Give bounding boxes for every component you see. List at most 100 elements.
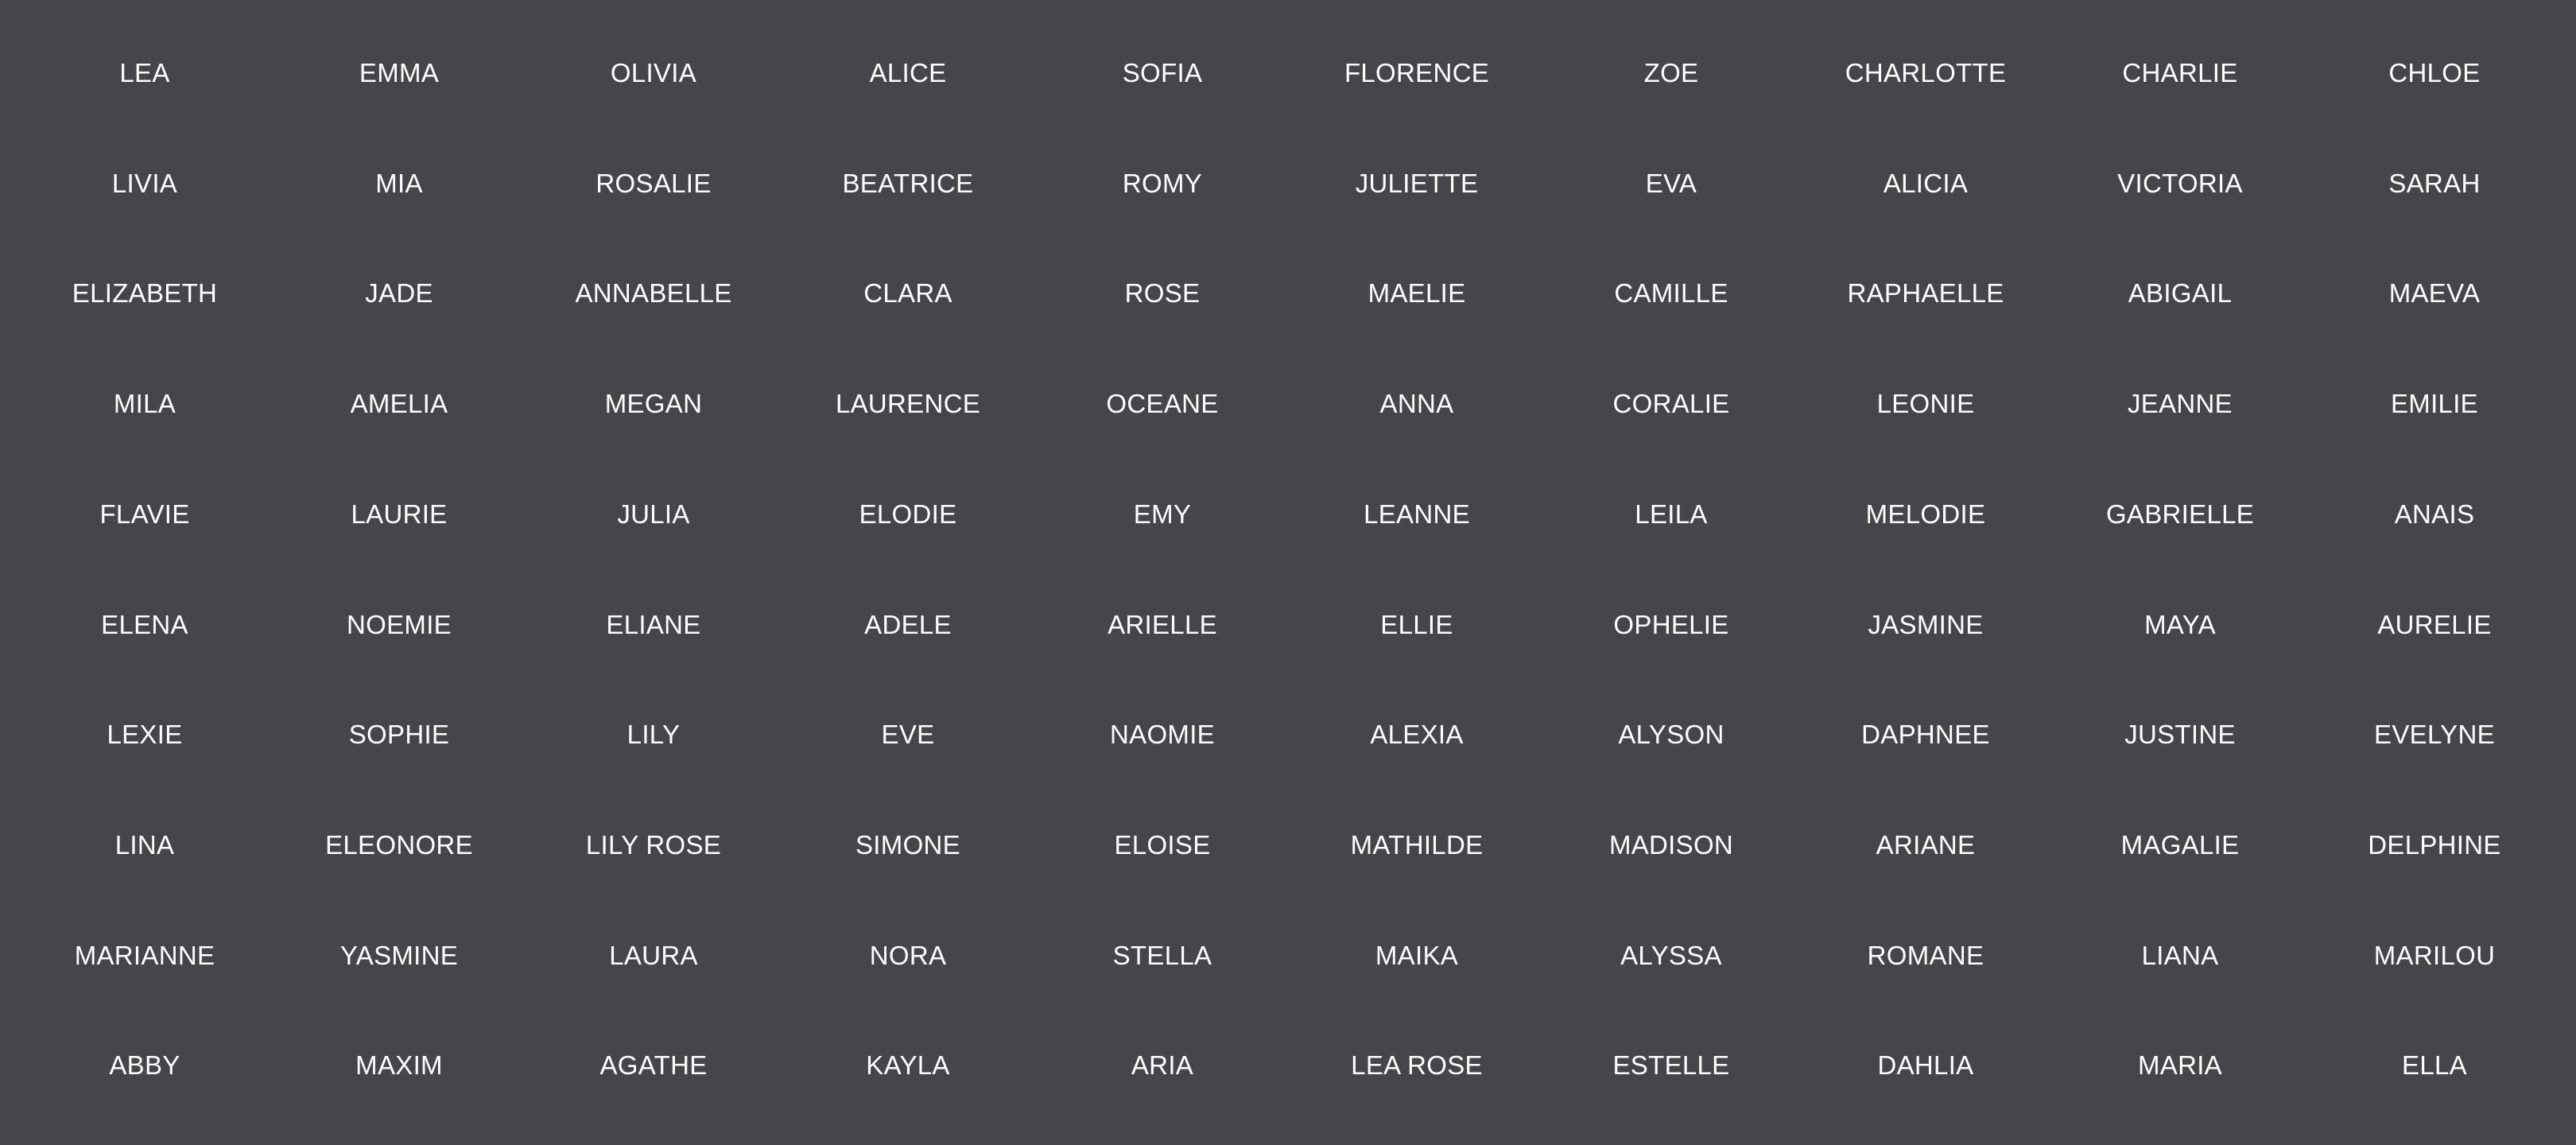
name-tile[interactable]: JASMINE [1798, 585, 2053, 665]
name-tile[interactable]: LEA ROSE [1290, 1026, 1544, 1105]
name-tile[interactable]: JULIA [526, 475, 781, 554]
name-tile[interactable]: ALYSON [1544, 695, 1798, 774]
name-tile[interactable]: FLORENCE [1290, 33, 1544, 113]
name-tile[interactable]: ROSE [1035, 254, 1290, 333]
name-tile[interactable]: ANNA [1290, 364, 1544, 444]
name-tile[interactable]: ARIANE [1798, 805, 2053, 885]
name-tile[interactable]: MAGALIE [2053, 805, 2307, 885]
name-tile[interactable]: AGATHE [526, 1026, 781, 1105]
name-tile[interactable]: SIMONE [781, 805, 1035, 885]
name-tile[interactable]: ROMANE [1798, 916, 2053, 996]
name-tile[interactable]: DELPHINE [2307, 805, 2562, 885]
name-tile[interactable]: YASMINE [272, 916, 526, 996]
name-tile[interactable]: ELIANE [526, 585, 781, 665]
name-tile[interactable]: ARIA [1035, 1026, 1290, 1105]
name-tile[interactable]: RAPHAELLE [1798, 254, 2053, 333]
name-tile[interactable]: MARIA [2053, 1026, 2307, 1105]
name-tile[interactable]: LEXIE [17, 695, 272, 774]
name-tile[interactable]: DAPHNEE [1798, 695, 2053, 774]
name-tile[interactable]: ZOE [1544, 33, 1798, 113]
name-tile[interactable]: MATHILDE [1290, 805, 1544, 885]
name-tile[interactable]: OLIVIA [526, 33, 781, 113]
name-tile[interactable]: STELLA [1035, 916, 1290, 996]
name-tile[interactable]: OPHELIE [1544, 585, 1798, 665]
name-tile[interactable]: CHARLOTTE [1798, 33, 2053, 113]
name-tile[interactable]: LILY ROSE [526, 805, 781, 885]
name-tile[interactable]: LAURIE [272, 475, 526, 554]
name-tile[interactable]: LAURA [526, 916, 781, 996]
name-tile[interactable]: DAHLIA [1798, 1026, 2053, 1105]
name-tile[interactable]: AMELIA [272, 364, 526, 444]
name-tile[interactable]: ELIZABETH [17, 254, 272, 333]
name-tile[interactable]: MAYA [2053, 585, 2307, 665]
name-tile[interactable]: ABBY [17, 1026, 272, 1105]
name-tile[interactable]: ADELE [781, 585, 1035, 665]
name-tile[interactable]: MAXIM [272, 1026, 526, 1105]
name-tile[interactable]: ELEONORE [272, 805, 526, 885]
name-tile[interactable]: MARILOU [2307, 916, 2562, 996]
name-tile[interactable]: LIANA [2053, 916, 2307, 996]
name-tile[interactable]: JADE [272, 254, 526, 333]
name-tile[interactable]: ROMY [1035, 144, 1290, 223]
name-tile[interactable]: KAYLA [781, 1026, 1035, 1105]
name-tile[interactable]: MAIKA [1290, 916, 1544, 996]
name-tile[interactable]: MILA [17, 364, 272, 444]
name-tile[interactable]: ALICE [781, 33, 1035, 113]
name-tile[interactable]: LEANNE [1290, 475, 1544, 554]
name-tile[interactable]: MIA [272, 144, 526, 223]
name-tile[interactable]: EVA [1544, 144, 1798, 223]
name-tile[interactable]: EVELYNE [2307, 695, 2562, 774]
name-tile[interactable]: ESTELLE [1544, 1026, 1798, 1105]
name-tile[interactable]: JULIETTE [1290, 144, 1544, 223]
name-tile[interactable]: ANAIS [2307, 475, 2562, 554]
name-tile[interactable]: JEANNE [2053, 364, 2307, 444]
name-tile[interactable]: ELENA [17, 585, 272, 665]
name-tile[interactable]: LEILA [1544, 475, 1798, 554]
name-tile[interactable]: ELLA [2307, 1026, 2562, 1105]
name-tile[interactable]: SARAH [2307, 144, 2562, 223]
name-tile[interactable]: ABIGAIL [2053, 254, 2307, 333]
name-tile[interactable]: EMMA [272, 33, 526, 113]
name-tile[interactable]: ALEXIA [1290, 695, 1544, 774]
name-tile[interactable]: CHLOE [2307, 33, 2562, 113]
name-tile[interactable]: ALYSSA [1544, 916, 1798, 996]
name-tile[interactable]: NAOMIE [1035, 695, 1290, 774]
name-tile[interactable]: EMY [1035, 475, 1290, 554]
name-tile[interactable]: ELLIE [1290, 585, 1544, 665]
name-tile[interactable]: MADISON [1544, 805, 1798, 885]
name-tile[interactable]: NOEMIE [272, 585, 526, 665]
name-tile[interactable]: LILY [526, 695, 781, 774]
name-tile[interactable]: LIVIA [17, 144, 272, 223]
name-tile[interactable]: ANNABELLE [526, 254, 781, 333]
name-tile[interactable]: NORA [781, 916, 1035, 996]
name-tile[interactable]: LINA [17, 805, 272, 885]
name-tile[interactable]: ROSALIE [526, 144, 781, 223]
name-tile[interactable]: ELODIE [781, 475, 1035, 554]
name-tile[interactable]: MAELIE [1290, 254, 1544, 333]
name-tile[interactable]: MELODIE [1798, 475, 2053, 554]
name-tile[interactable]: SOPHIE [272, 695, 526, 774]
name-tile[interactable]: ELOISE [1035, 805, 1290, 885]
name-tile[interactable]: MAEVA [2307, 254, 2562, 333]
name-tile[interactable]: JUSTINE [2053, 695, 2307, 774]
name-tile[interactable]: CORALIE [1544, 364, 1798, 444]
name-tile[interactable]: CLARA [781, 254, 1035, 333]
name-tile[interactable]: LAURENCE [781, 364, 1035, 444]
name-tile[interactable]: GABRIELLE [2053, 475, 2307, 554]
name-tile[interactable]: MEGAN [526, 364, 781, 444]
name-tile[interactable]: LEONIE [1798, 364, 2053, 444]
name-tile[interactable]: BEATRICE [781, 144, 1035, 223]
name-tile[interactable]: VICTORIA [2053, 144, 2307, 223]
name-tile[interactable]: EMILIE [2307, 364, 2562, 444]
name-tile[interactable]: ALICIA [1798, 144, 2053, 223]
name-tile[interactable]: ARIELLE [1035, 585, 1290, 665]
name-tile[interactable]: FLAVIE [17, 475, 272, 554]
name-tile[interactable]: SOFIA [1035, 33, 1290, 113]
name-tile[interactable]: EVE [781, 695, 1035, 774]
name-tile[interactable]: MARIANNE [17, 916, 272, 996]
name-tile[interactable]: OCEANE [1035, 364, 1290, 444]
name-tile[interactable]: AURELIE [2307, 585, 2562, 665]
name-tile[interactable]: LEA [17, 33, 272, 113]
name-tile[interactable]: CAMILLE [1544, 254, 1798, 333]
name-tile[interactable]: CHARLIE [2053, 33, 2307, 113]
